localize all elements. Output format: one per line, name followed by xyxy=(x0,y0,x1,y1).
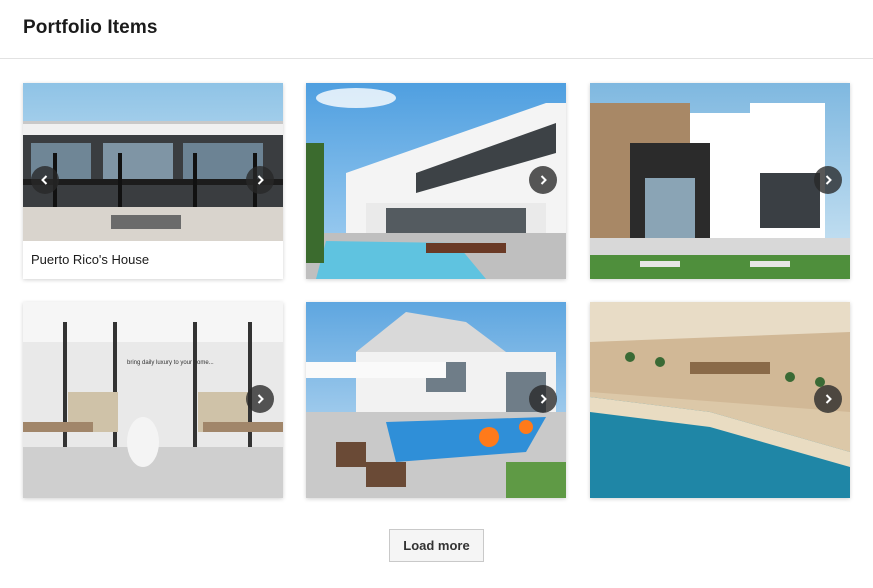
next-button[interactable] xyxy=(246,385,274,413)
portfolio-caption: Puerto Rico's House xyxy=(23,241,283,279)
portfolio-image-6 xyxy=(590,302,850,498)
portfolio-item-6[interactable] xyxy=(590,302,850,498)
portfolio-item-3[interactable] xyxy=(590,83,850,279)
page-header: Portfolio Items xyxy=(0,0,873,59)
chevron-right-icon xyxy=(540,394,547,404)
portfolio-image-4: bring daily luxury to your home... xyxy=(23,302,283,498)
store-wall-text: bring daily luxury to your home... xyxy=(127,360,214,366)
portfolio-item-5[interactable] xyxy=(306,302,566,498)
load-more-button[interactable]: Load more xyxy=(389,529,484,562)
chevron-left-icon xyxy=(41,175,48,185)
next-button[interactable] xyxy=(814,166,842,194)
next-button[interactable] xyxy=(246,166,274,194)
chevron-right-icon xyxy=(540,175,547,185)
portfolio-image-3 xyxy=(590,83,850,279)
page-title: Portfolio Items xyxy=(23,17,158,38)
chevron-right-icon xyxy=(257,394,264,404)
chevron-right-icon xyxy=(257,175,264,185)
previous-button[interactable] xyxy=(31,166,59,194)
portfolio-item-4[interactable]: bring daily luxury to your home... xyxy=(23,302,283,498)
chevron-right-icon xyxy=(825,175,832,185)
next-button[interactable] xyxy=(529,166,557,194)
chevron-right-icon xyxy=(825,394,832,404)
next-button[interactable] xyxy=(529,385,557,413)
portfolio-image-5 xyxy=(306,302,566,498)
portfolio-image-2 xyxy=(306,83,566,279)
next-button[interactable] xyxy=(814,385,842,413)
portfolio-image-1 xyxy=(23,83,283,241)
portfolio-item-1[interactable]: Puerto Rico's House xyxy=(23,83,283,279)
portfolio-item-2[interactable] xyxy=(306,83,566,279)
